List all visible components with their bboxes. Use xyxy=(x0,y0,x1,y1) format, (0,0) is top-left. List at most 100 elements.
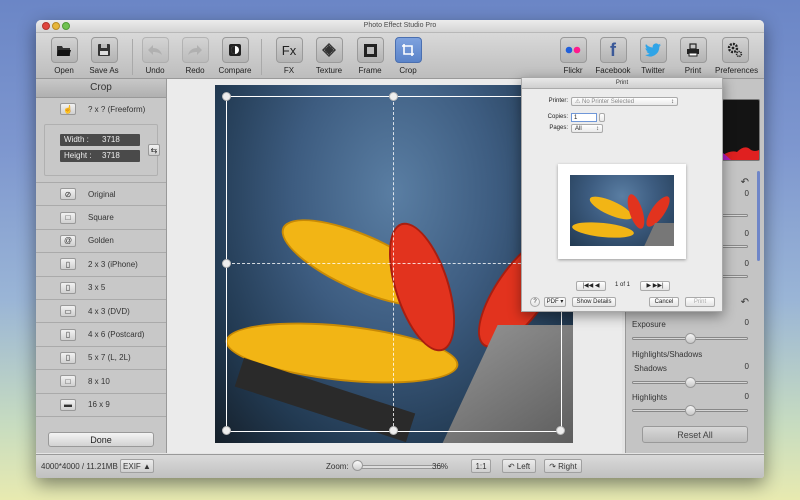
zoom-label: Zoom: xyxy=(326,462,349,471)
reset-all-button[interactable]: Reset All xyxy=(642,426,748,443)
circle-slash-icon: ⊘ xyxy=(60,188,76,201)
actual-size-button[interactable]: 1:1 xyxy=(471,459,491,473)
panel-scrollbar[interactable] xyxy=(757,171,760,261)
reset-section-icon[interactable]: ↶ xyxy=(741,177,749,188)
portrait-rect-icon: ▯ xyxy=(60,258,76,271)
flickr-icon xyxy=(565,46,581,54)
zoom-slider[interactable] xyxy=(354,465,442,469)
preset-golden[interactable]: @ Golden xyxy=(36,230,166,254)
hand-pointer-icon[interactable]: ☝ xyxy=(60,103,76,115)
crop-handle-top[interactable] xyxy=(389,92,398,101)
twitter-button[interactable]: Twitter xyxy=(633,37,673,75)
first-last-page-nav[interactable]: |◀◀ ◀ xyxy=(576,281,606,291)
preset-square[interactable]: □ Square xyxy=(36,206,166,230)
crop-icon xyxy=(402,44,414,56)
frame-button[interactable]: Frame xyxy=(350,37,390,75)
printer-icon xyxy=(687,43,699,57)
select-arrows-icon: ↕ xyxy=(596,126,599,132)
preset-4x6[interactable]: ▯ 4 x 6 (Postcard) xyxy=(36,323,166,347)
copies-input[interactable]: 1 xyxy=(571,113,597,122)
fx-button[interactable]: Fx FX xyxy=(269,37,309,75)
fx-icon: Fx xyxy=(281,42,297,58)
redo-arrow-icon xyxy=(188,45,202,55)
print-button[interactable]: Print xyxy=(673,37,713,75)
printer-select[interactable]: ⚠ No Printer Selected ↕ xyxy=(571,97,678,106)
histogram-graph xyxy=(723,147,759,160)
crop-handle-bottom-right[interactable] xyxy=(556,426,565,435)
portrait-rect-icon: ▯ xyxy=(60,281,76,294)
window-title: Photo Effect Studio Pro xyxy=(363,22,437,29)
help-button[interactable]: ? xyxy=(530,297,540,307)
crop-panel: Crop ☝ ? x ? (Freeform) Width : 3718 Hei… xyxy=(36,79,167,453)
rotate-right-button[interactable]: ↷ Right xyxy=(544,459,582,473)
print-confirm-button[interactable]: Print xyxy=(685,297,715,307)
preset-8x10[interactable]: □ 8 x 10 xyxy=(36,370,166,394)
toolbar: Open Save As Undo Redo Compare Fx FX Tex… xyxy=(36,33,764,79)
preferences-button[interactable]: Preferences xyxy=(715,37,758,75)
crop-handle-top-left[interactable] xyxy=(222,92,231,101)
print-dialog-title: Print xyxy=(522,78,722,89)
redo-button[interactable]: Redo xyxy=(175,37,215,75)
preset-3x5[interactable]: ▯ 3 x 5 xyxy=(36,277,166,300)
landscape-rect-icon: ▭ xyxy=(60,305,76,318)
done-button[interactable]: Done xyxy=(48,432,154,447)
preset-16x9[interactable]: ▬ 16 x 9 xyxy=(36,394,166,417)
folder-icon xyxy=(57,45,71,56)
rotate-left-icon: ↶ xyxy=(507,462,515,471)
frame-icon xyxy=(363,43,377,57)
swap-dimensions-button[interactable]: ⇆ xyxy=(148,144,160,156)
crop-handle-bottom-left[interactable] xyxy=(222,426,231,435)
freeform-option[interactable]: ☝ ? x ? (Freeform) xyxy=(36,98,166,120)
facebook-button[interactable]: f Facebook xyxy=(593,37,633,75)
twitter-bird-icon xyxy=(645,43,661,57)
zoom-value: 36% xyxy=(432,462,449,471)
texture-diamond-icon xyxy=(322,43,336,57)
crop-handle-bottom[interactable] xyxy=(389,426,398,435)
texture-button[interactable]: Texture xyxy=(309,37,349,75)
next-last-page-nav[interactable]: ▶ ▶▶| xyxy=(640,281,670,291)
preset-original[interactable]: ⊘ Original xyxy=(36,183,166,207)
page-indicator: 1 of 1 xyxy=(615,282,631,288)
show-details-button[interactable]: Show Details xyxy=(572,297,616,307)
select-arrows-icon: ↕ xyxy=(671,99,674,105)
flickr-button[interactable]: Flickr xyxy=(553,37,593,75)
histogram xyxy=(722,99,760,161)
pages-select[interactable]: All ↕ xyxy=(571,124,603,133)
print-dialog: Print Printer: ⚠ No Printer Selected ↕ Co… xyxy=(521,77,723,312)
shadows-slider-knob[interactable] xyxy=(685,377,696,388)
open-button[interactable]: Open xyxy=(44,37,84,75)
crop-frame[interactable] xyxy=(226,96,562,432)
width-field[interactable]: Width : 3718 xyxy=(60,134,140,146)
exposure-slider-knob[interactable] xyxy=(685,333,696,344)
gears-icon xyxy=(727,42,743,58)
facebook-icon: f xyxy=(610,39,616,60)
rotate-right-icon: ↷ xyxy=(549,462,556,471)
image-info: 4000*4000 / 11.21MB xyxy=(41,462,118,471)
portrait-rect-icon: ▯ xyxy=(60,351,76,364)
cancel-button[interactable]: Cancel xyxy=(649,297,679,307)
crop-dimensions-box: Width : 3718 Height : 3718 ⇆ xyxy=(44,124,160,176)
crop-button[interactable]: Crop xyxy=(388,37,428,75)
zoom-slider-knob[interactable] xyxy=(352,460,363,471)
save-as-button[interactable]: Save As xyxy=(84,37,124,75)
highlights-slider-knob[interactable] xyxy=(685,405,696,416)
reset-section-icon[interactable]: ↶ xyxy=(741,297,749,308)
height-field[interactable]: Height : 3718 xyxy=(60,150,140,162)
pdf-menu-button[interactable]: PDF ▾ xyxy=(544,297,566,307)
copies-stepper[interactable] xyxy=(599,113,605,122)
floppy-disk-icon xyxy=(98,44,110,56)
crop-handle-left[interactable] xyxy=(222,259,231,268)
preset-4x3[interactable]: ▭ 4 x 3 (DVD) xyxy=(36,300,166,324)
spiral-icon: @ xyxy=(60,234,76,247)
preset-2x3[interactable]: ▯ 2 x 3 (iPhone) xyxy=(36,253,166,277)
rotate-left-button[interactable]: ↶ Left xyxy=(502,459,536,473)
photo-image[interactable] xyxy=(215,85,573,443)
wide-rect-icon: ▬ xyxy=(60,398,76,411)
status-bar: 4000*4000 / 11.21MB EXIF ▲ Zoom: 36% 1:1… xyxy=(36,454,764,478)
compare-button[interactable]: Compare xyxy=(215,37,255,75)
exif-button[interactable]: EXIF ▲ xyxy=(120,459,154,473)
undo-button[interactable]: Undo xyxy=(135,37,175,75)
crop-guide-line xyxy=(227,263,561,264)
preset-5x7[interactable]: ▯ 5 x 7 (L, 2L) xyxy=(36,347,166,371)
title-bar: Photo Effect Studio Pro xyxy=(36,20,764,33)
